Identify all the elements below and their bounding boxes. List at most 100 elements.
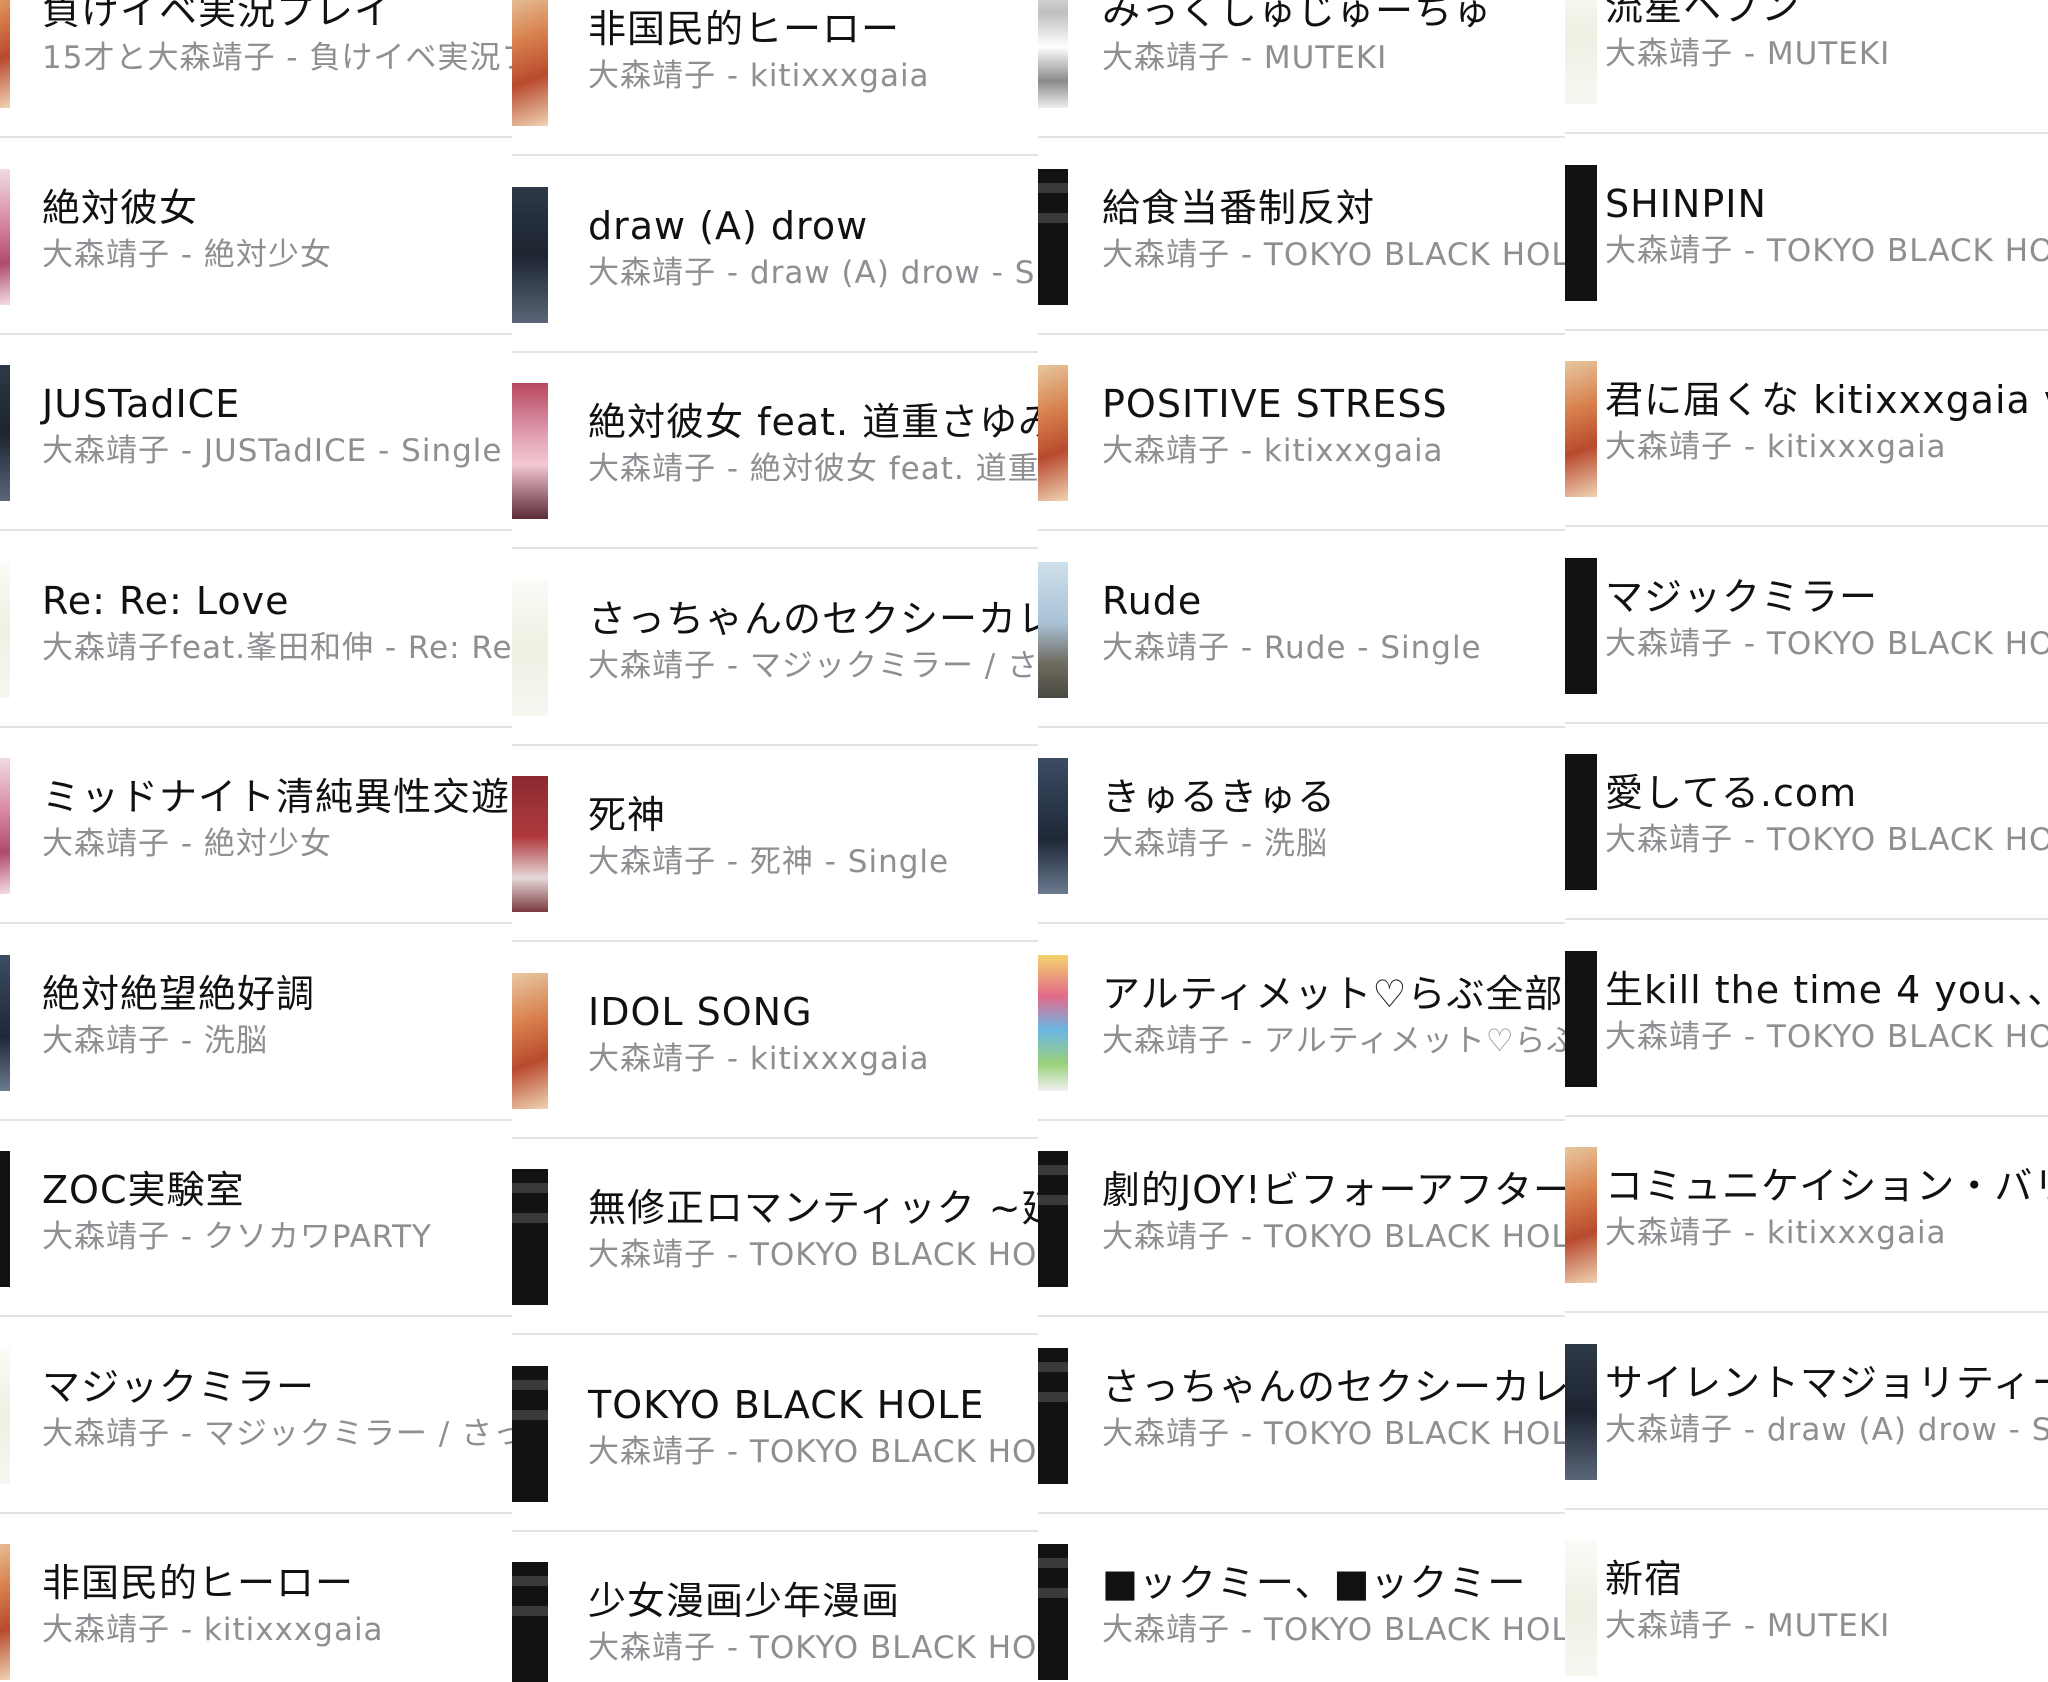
- album-art: [1038, 1544, 1068, 1680]
- song-row[interactable]: 死神 大森靖子 - 死神 - Single: [512, 746, 1038, 942]
- song-row[interactable]: 君に届くな kitixxxgaia ver. 大森靖子 - kitixxxgaia: [1565, 331, 2048, 527]
- song-artist-album: 大森靖子 - kitixxxgaia: [1605, 1215, 1947, 1251]
- song-row[interactable]: みっくしゅじゅーちゅ 大森靖子 - MUTEKI: [1038, 0, 1565, 138]
- song-artist-album: 大森靖子 - 絶対少女: [42, 826, 332, 862]
- song-artist-album: 大森靖子 - TOKYO BLACK HOLE: [1102, 237, 1565, 273]
- song-artist-album: 大森靖子 - 洗脳: [42, 1023, 268, 1059]
- album-art: [512, 383, 548, 519]
- song-artist-album: 大森靖子 - TOKYO BLACK HOLE: [1605, 626, 2048, 662]
- song-title: 無修正ロマンティック ~延長戦~: [588, 1186, 1038, 1230]
- song-title: マジックミラー: [42, 1365, 316, 1409]
- song-row[interactable]: 負けイベ実況プレイ 15才と大森靖子 - 負けイベ実況プレイ: [0, 0, 512, 138]
- song-row[interactable]: さっちゃんのセクシーカレー 大森靖子 - TOKYO BLACK HOLE: [1038, 1318, 1565, 1514]
- song-title: 絶対彼女: [42, 186, 199, 230]
- song-artist-album: 大森靖子 - TOKYO BLACK HOLE: [1102, 1612, 1565, 1648]
- song-row[interactable]: 絶対絶望絶好調 大森靖子 - 洗脳: [0, 925, 512, 1121]
- song-row[interactable]: ZOC実験室 大森靖子 - クソカワPARTY: [0, 1121, 512, 1317]
- song-artist-album: 大森靖子 - 死神 - Single: [588, 844, 950, 880]
- song-row[interactable]: アルティメット♡らぶ全部大森靖子 - アルティメット♡らぶ全部: [1038, 925, 1565, 1121]
- album-art: [1038, 0, 1068, 108]
- song-title: JUSTadICE: [42, 382, 241, 426]
- song-artist-album: 大森靖子 - JUSTadICE - Single: [42, 433, 503, 469]
- album-art: [0, 562, 10, 698]
- song-title: SHINPIN: [1605, 182, 1767, 226]
- song-artist-album: 大森靖子 - kitixxxgaia: [1605, 429, 1947, 465]
- song-title: 非国民的ヒーロー: [588, 7, 901, 51]
- song-column-3: みっくしゅじゅーちゅ 大森靖子 - MUTEKI 給食当番制反対 大森靖子 - TOK…: [1038, 0, 1565, 1682]
- album-art: [512, 1169, 548, 1305]
- song-title: サイレントマジョリティー: [1605, 1361, 2048, 1405]
- song-artist-album: 大森靖子 - TOKYO BLACK HOLE: [1605, 1019, 2048, 1055]
- song-title: 愛してる.com: [1605, 771, 1858, 815]
- song-title: 少女漫画少年漫画: [588, 1579, 901, 1623]
- song-row[interactable]: 絶対彼女 feat. 道重さゆみ大森靖子 - 絶対彼女 feat. 道重さゆみ …: [512, 353, 1038, 549]
- album-art: [1565, 951, 1597, 1087]
- song-row[interactable]: きゅるきゅる 大森靖子 - 洗脳: [1038, 728, 1565, 924]
- song-row[interactable]: 流星ヘブン 大森靖子 - MUTEKI: [1565, 0, 2048, 134]
- album-art: [1565, 0, 1597, 104]
- song-title: 流星ヘブン: [1605, 0, 1801, 29]
- song-row[interactable]: IDOL SONG 大森靖子 - kitixxxgaia: [512, 943, 1038, 1139]
- song-row[interactable]: JUSTadICE 大森靖子 - JUSTadICE - Single: [0, 335, 512, 531]
- song-column-4: 流星ヘブン 大森靖子 - MUTEKI SHINPIN 大森靖子 - TOKYO BL…: [1565, 0, 2048, 1682]
- song-title: draw (A) drow: [588, 204, 869, 248]
- song-row[interactable]: 無修正ロマンティック ~延長戦~ 大森靖子 - TOKYO BLACK HOLE: [512, 1139, 1038, 1335]
- song-row[interactable]: POSITIVE STRESS 大森靖子 - kitixxxgaia: [1038, 335, 1565, 531]
- song-row[interactable]: 非国民的ヒーロー 大森靖子 - kitixxxgaia: [512, 0, 1038, 156]
- album-art: [1565, 1147, 1597, 1283]
- song-row[interactable]: マジックミラー大森靖子 - マジックミラー / さっちゃんのセクシーカレー: [0, 1318, 512, 1514]
- song-row[interactable]: さっちゃんのセクシーカレー大森靖子 - マジックミラー / さっちゃんのセクシー…: [512, 550, 1038, 746]
- album-art: [512, 0, 548, 126]
- song-row[interactable]: コミュニケイション・バリア大森靖子 - kitixxxgaia: [1565, 1117, 2048, 1313]
- song-title: アルティメット♡らぶ全部: [1102, 972, 1564, 1016]
- song-title: 劇的JOY!ビフォーアフター: [1102, 1168, 1565, 1212]
- album-art: [1565, 1344, 1597, 1480]
- album-art: [512, 776, 548, 912]
- song-artist-album: 大森靖子 - TOKYO BLACK HOLE: [1102, 1416, 1565, 1452]
- album-art: [0, 0, 10, 108]
- song-title: 生kill the time 4 you、、: [1605, 968, 2048, 1012]
- song-column-1: 負けイベ実況プレイ 15才と大森靖子 - 負けイベ実況プレイ絶対彼女大森靖子 - …: [0, 0, 512, 1682]
- album-art: [1038, 955, 1068, 1091]
- song-title: マジックミラー: [1605, 575, 1879, 619]
- song-artist-album: 大森靖子 - Rude - Single: [1102, 630, 1482, 666]
- song-artist-album: 大森靖子 - 絶対少女: [42, 237, 332, 273]
- album-art: [1565, 361, 1597, 497]
- song-row[interactable]: マジックミラー大森靖子 - TOKYO BLACK HOLE: [1565, 528, 2048, 724]
- song-artist-album: 大森靖子 - draw (A) drow - Single: [1605, 1412, 2048, 1448]
- album-art: [512, 1562, 548, 1682]
- song-row[interactable]: SHINPIN 大森靖子 - TOKYO BLACK HOLE: [1565, 135, 2048, 331]
- song-artist-album: 大森靖子 - TOKYO BLACK HOLE: [1605, 233, 2048, 269]
- song-artist-album: 大森靖子 - マジックミラー / さっちゃんのセクシーカレー: [588, 648, 1038, 684]
- song-row[interactable]: 劇的JOY!ビフォーアフター 大森靖子 - TOKYO BLACK HOLE: [1038, 1121, 1565, 1317]
- song-row[interactable]: Rude 大森靖子 - Rude - Single: [1038, 532, 1565, 728]
- song-row[interactable]: 非国民的ヒーロー 大森靖子 - kitixxxgaia: [0, 1514, 512, 1682]
- song-artist-album: 大森靖子 - アルティメット♡らぶ全部: [1102, 1023, 1565, 1059]
- song-title: ZOC実験室: [42, 1168, 245, 1212]
- song-artist-album: 大森靖子 - kitixxxgaia: [1102, 433, 1444, 469]
- song-column-2: 非国民的ヒーロー 大森靖子 - kitixxxgaia draw (A) drow 大…: [512, 0, 1038, 1682]
- song-row[interactable]: TOKYO BLACK HOLE 大森靖子 - TOKYO BLACK HOLE: [512, 1336, 1038, 1532]
- song-row[interactable]: ミッドナイト清純異性交遊 大森靖子 - 絶対少女: [0, 728, 512, 924]
- album-art: [0, 758, 10, 894]
- song-row[interactable]: サイレントマジョリティー大森靖子 - draw (A) drow - Singl…: [1565, 1314, 2048, 1510]
- song-artist-album: 大森靖子 - TOKYO BLACK HOLE: [588, 1434, 1038, 1470]
- song-row[interactable]: Re: Re: Love 大森靖子feat.峯田和伸 - Re: Re: Love: [0, 532, 512, 728]
- album-art: [1038, 1348, 1068, 1484]
- song-row[interactable]: 新宿 大森靖子 - MUTEKI: [1565, 1510, 2048, 1682]
- song-artist-album: 大森靖子 - TOKYO BLACK HOLE: [588, 1237, 1038, 1273]
- song-row[interactable]: draw (A) drow 大森靖子 - draw (A) drow - Sing…: [512, 157, 1038, 353]
- song-row[interactable]: 絶対彼女大森靖子 - 絶対少女: [0, 139, 512, 335]
- song-title: ■ックミー、■ックミー: [1102, 1561, 1527, 1605]
- album-art: [0, 1348, 10, 1484]
- song-row[interactable]: 給食当番制反対 大森靖子 - TOKYO BLACK HOLE: [1038, 139, 1565, 335]
- song-title: 絶対彼女 feat. 道重さゆみ: [588, 400, 1038, 444]
- song-row[interactable]: 愛してる.com 大森靖子 - TOKYO BLACK HOLE: [1565, 724, 2048, 920]
- song-row[interactable]: ■ックミー、■ックミー大森靖子 - TOKYO BLACK HOLE: [1038, 1514, 1565, 1682]
- song-row[interactable]: 少女漫画少年漫画 大森靖子 - TOKYO BLACK HOLE: [512, 1532, 1038, 1682]
- song-title: 君に届くな kitixxxgaia ver.: [1605, 378, 2048, 422]
- song-artist-album: 大森靖子 - マジックミラー / さっちゃんのセクシーカレー: [42, 1416, 512, 1452]
- album-art: [512, 1366, 548, 1502]
- song-row[interactable]: 生kill the time 4 you、、大森靖子 - TOKYO BLACK…: [1565, 921, 2048, 1117]
- album-art: [512, 973, 548, 1109]
